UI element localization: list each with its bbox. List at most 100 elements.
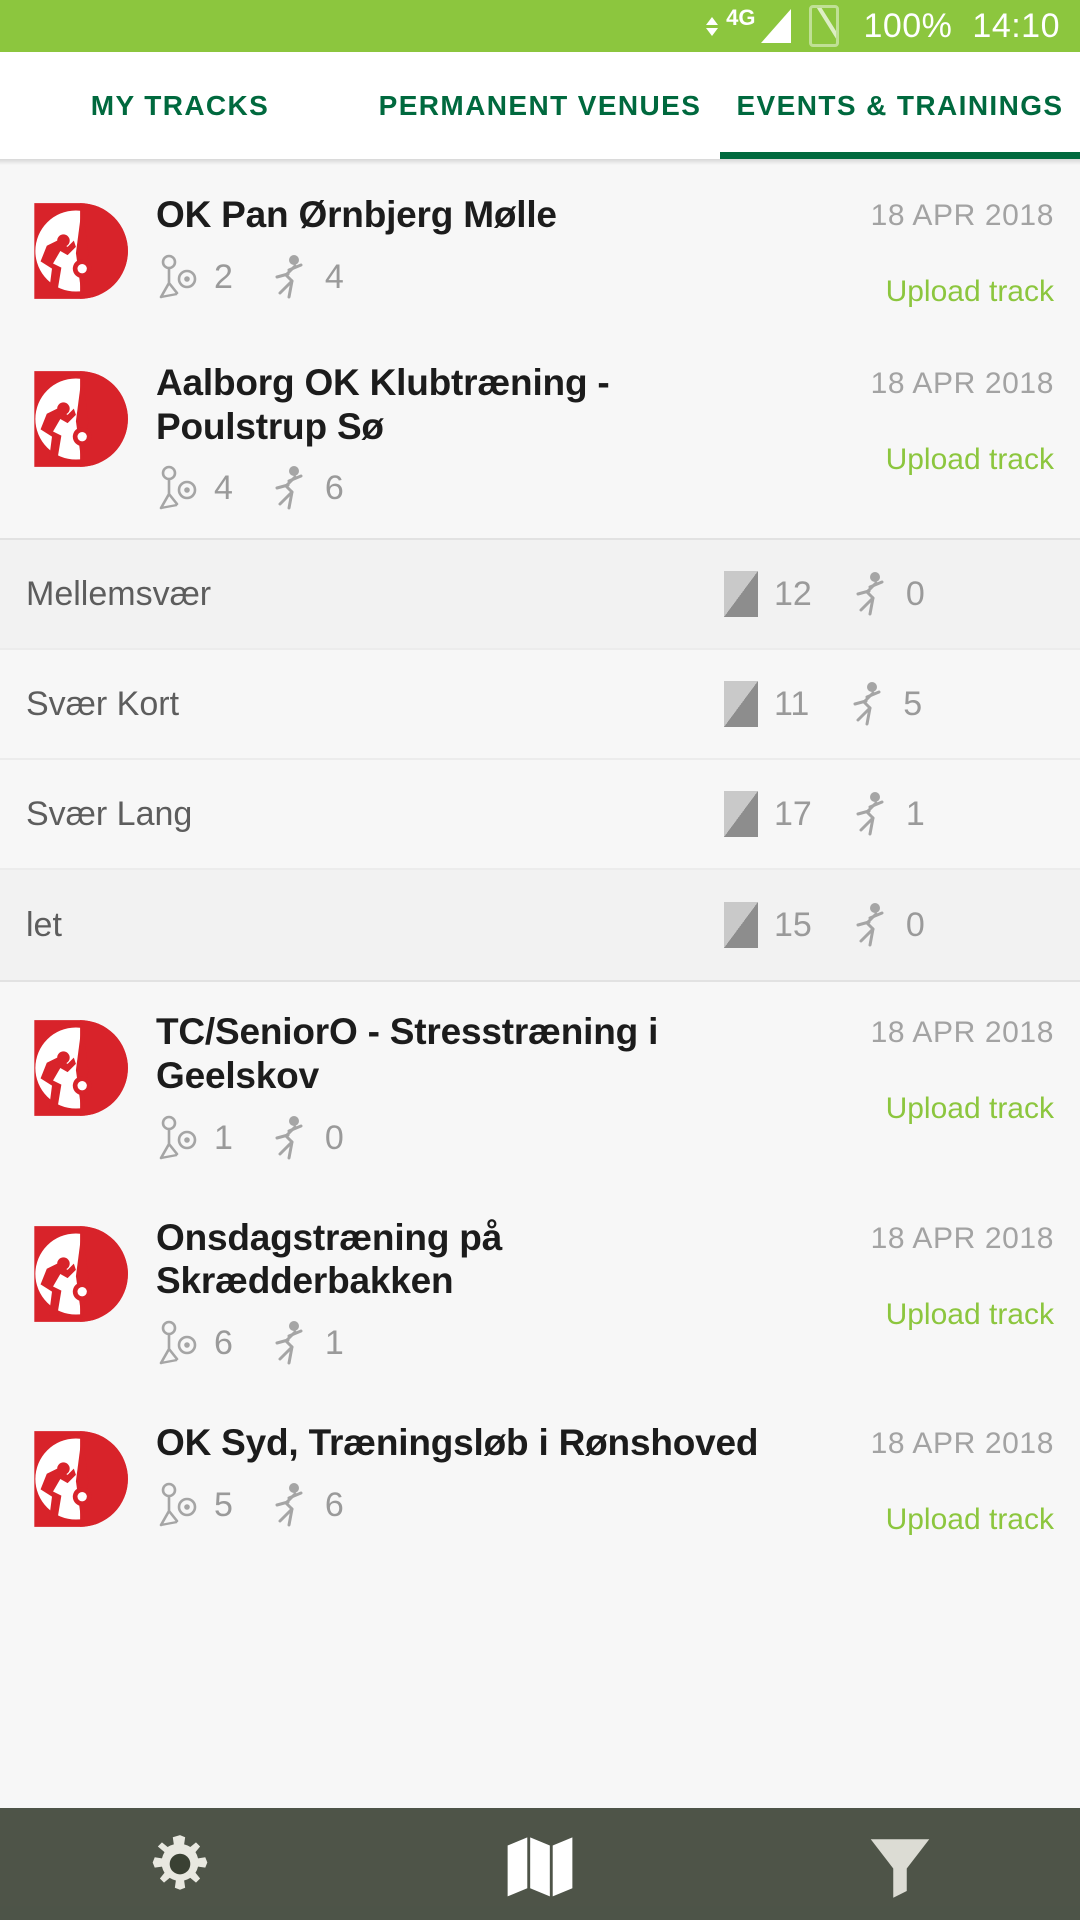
course-row[interactable]: Mellemsvær 12 0 (0, 540, 1080, 651)
stat-runners: 6 (271, 1481, 344, 1529)
stat-controls: 11 (724, 681, 809, 728)
stat-runners: 0 (271, 1114, 344, 1162)
battery-percent-label: 100% (863, 6, 953, 45)
event-stats: 4 6 (156, 464, 772, 512)
orienteering-control-icon (159, 1482, 197, 1526)
stat-controls-value: 17 (774, 795, 812, 834)
app-root: 4G 100% 14:10 MY TRACKS PERMANENT VENUES… (0, 0, 1080, 1920)
clock-label: 14:10 (972, 6, 1060, 45)
event-title: Aalborg OK Klubtræning - Poulstrup Sø (156, 362, 610, 447)
club-logo-icon (26, 1427, 130, 1531)
filter-funnel-icon (870, 1839, 930, 1898)
course-row[interactable]: let 15 0 (0, 870, 1080, 981)
event-list-item[interactable]: TC/SeniorO - Stresstræning i Geelskov 1 (0, 982, 1080, 1188)
course-name: let (26, 906, 62, 945)
event-title: OK Syd, Træningsløb i Rønshoved (156, 1421, 759, 1463)
course-list: Mellemsvær 12 0 Svær Kort 11 5 Svær Lang… (0, 538, 1080, 983)
upload-track-button[interactable]: Upload track (886, 1504, 1054, 1535)
orienteering-control-icon (159, 1320, 197, 1365)
stat-controls: 1 (156, 1114, 233, 1162)
stat-controls: 15 (724, 902, 812, 949)
upload-track-button[interactable]: Upload track (886, 445, 1054, 475)
stat-controls-value: 6 (214, 1323, 233, 1362)
club-logo-icon (26, 1222, 130, 1326)
event-stats: 2 4 (156, 253, 772, 301)
runner-icon (856, 792, 884, 836)
runner-icon (856, 903, 884, 947)
event-list-item[interactable]: Aalborg OK Klubtræning - Poulstrup Sø 4 (0, 333, 1080, 539)
sim-card-icon (809, 5, 840, 47)
course-flag-icon (724, 791, 758, 838)
runner-icon (853, 682, 881, 726)
course-row[interactable]: Svær Lang 17 1 (0, 760, 1080, 871)
runner-icon (856, 572, 884, 616)
stat-runners-value: 5 (903, 685, 923, 724)
event-title: TC/SeniorO - Stresstræning i Geelskov (156, 1011, 659, 1096)
stat-controls-value: 1 (214, 1118, 233, 1157)
course-name: Mellemsvær (26, 575, 212, 614)
upload-track-button[interactable]: Upload track (886, 277, 1054, 307)
settings-button[interactable] (0, 1808, 360, 1920)
map-button[interactable] (360, 1808, 720, 1920)
course-flag-icon (724, 902, 758, 949)
event-title: Onsdagstræning på Skrædderbakken (156, 1216, 503, 1302)
stat-controls-value: 2 (214, 257, 233, 296)
event-date: 18 APR 2018 (870, 367, 1054, 400)
stat-controls: 2 (156, 253, 233, 301)
stat-runners: 0 (852, 570, 925, 618)
stat-controls: 17 (724, 791, 812, 838)
tab-permanent-venues[interactable]: PERMANENT VENUES (360, 52, 720, 159)
stat-runners-value: 6 (324, 1485, 344, 1524)
stat-runners: 6 (271, 464, 344, 512)
network-type-label: 4G (726, 5, 756, 30)
club-logo-icon (26, 367, 130, 471)
orienteering-control-icon (159, 254, 197, 298)
tab-events-and-trainings-label: EVENTS & TRAININGS (736, 89, 1064, 121)
runner-icon (275, 254, 303, 299)
stat-runners-value: 6 (324, 469, 344, 508)
stat-controls: 12 (724, 571, 812, 618)
tab-my-tracks[interactable]: MY TRACKS (0, 52, 360, 159)
stat-controls: 6 (156, 1319, 233, 1367)
stat-controls-value: 4 (214, 469, 233, 508)
course-row[interactable]: Svær Kort 11 5 (0, 650, 1080, 761)
signal-strength-icon (761, 9, 792, 43)
bottom-navigation-bar (0, 1808, 1080, 1920)
runner-icon (275, 466, 303, 510)
stat-runners-value: 4 (324, 257, 344, 296)
gear-icon (152, 1835, 208, 1890)
stat-runners-value: 0 (905, 906, 925, 945)
tab-my-tracks-label: MY TRACKS (90, 89, 270, 121)
events-list[interactable]: OK Pan Ørnbjerg Mølle 2 4 18 APR 2018 Up… (0, 165, 1080, 1561)
course-name: Svær Kort (26, 685, 180, 724)
stat-runners: 4 (271, 253, 344, 301)
club-logo-icon (26, 1016, 130, 1120)
upload-track-button[interactable]: Upload track (886, 1299, 1054, 1330)
stat-controls: 4 (156, 464, 233, 512)
event-list-item[interactable]: OK Pan Ørnbjerg Mølle 2 4 18 APR 2018 Up… (0, 165, 1080, 333)
stat-controls-value: 15 (774, 906, 812, 945)
orienteering-control-icon (159, 466, 197, 510)
stat-controls: 5 (156, 1481, 233, 1529)
event-date: 18 APR 2018 (870, 199, 1054, 232)
event-list-item[interactable]: OK Syd, Træningsløb i Rønshoved 5 6 18 A… (0, 1392, 1080, 1561)
filter-button[interactable] (720, 1808, 1080, 1920)
tab-events-and-trainings[interactable]: EVENTS & TRAININGS (720, 52, 1080, 159)
orienteering-control-icon (159, 1115, 197, 1159)
event-stats: 6 1 (156, 1319, 772, 1367)
stat-runners-value: 1 (905, 795, 925, 834)
stat-runners: 1 (852, 790, 925, 838)
event-list-item[interactable]: Onsdagstræning på Skrædderbakken 6 1 18 … (0, 1187, 1080, 1393)
map-icon (507, 1837, 573, 1897)
event-date: 18 APR 2018 (870, 1426, 1054, 1460)
status-bar: 4G 100% 14:10 (0, 0, 1080, 52)
event-stats: 1 0 (156, 1114, 772, 1162)
event-stats: 5 6 (156, 1481, 772, 1529)
upload-track-button[interactable]: Upload track (886, 1094, 1054, 1124)
course-flag-icon (724, 681, 758, 728)
stat-runners-value: 0 (905, 575, 925, 614)
data-transfer-arrows-icon (706, 16, 719, 36)
runner-icon (275, 1320, 303, 1365)
course-name: Svær Lang (26, 795, 193, 834)
tab-bar: MY TRACKS PERMANENT VENUES EVENTS & TRAI… (0, 52, 1080, 159)
